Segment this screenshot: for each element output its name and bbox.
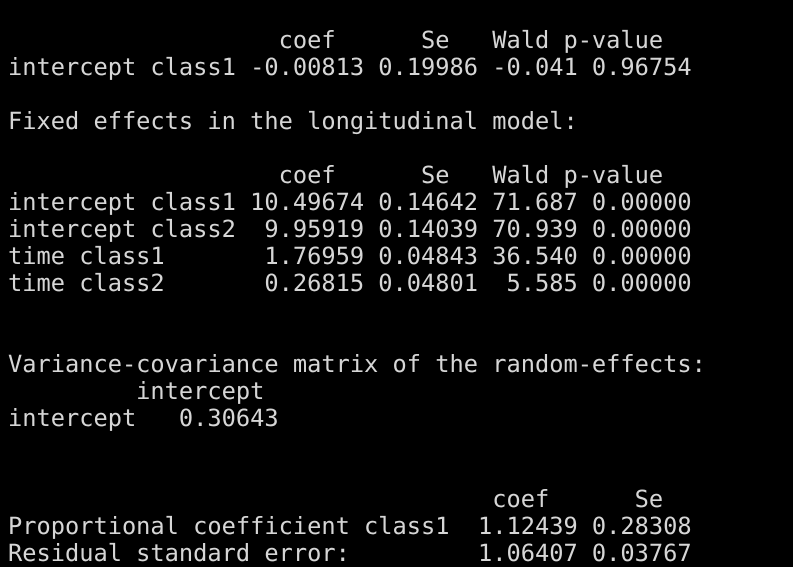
- output-line-blank: [8, 135, 793, 162]
- output-line-blank: [8, 432, 793, 459]
- terminal-output-pane[interactable]: coef Se Wald p-value intercept class1 -0…: [0, 0, 793, 567]
- output-line-blank: [8, 324, 793, 351]
- output-line: Residual standard error: 1.06407 0.03767: [8, 539, 692, 567]
- output-line: coef Se Wald p-value: [8, 26, 664, 54]
- output-line: coef Se: [8, 485, 664, 513]
- output-line: coef Se Wald p-value: [8, 161, 664, 189]
- output-line-blank: [8, 81, 793, 108]
- output-line: intercept: [8, 377, 265, 405]
- output-line: Variance-covariance matrix of the random…: [8, 350, 706, 378]
- output-line: intercept class1 10.49674 0.14642 71.687…: [8, 188, 692, 216]
- output-line: Proportional coefficient class1 1.12439 …: [8, 512, 692, 540]
- output-line: intercept 0.30643: [8, 404, 279, 432]
- output-line-blank: [8, 459, 793, 486]
- output-line: time class2 0.26815 0.04801 5.585 0.0000…: [8, 269, 692, 297]
- output-line: Fixed effects in the longitudinal model:: [8, 107, 578, 135]
- output-line-blank: [8, 297, 793, 324]
- output-line: intercept class2 9.95919 0.14039 70.939 …: [8, 215, 692, 243]
- output-line: intercept class1 -0.00813 0.19986 -0.041…: [8, 53, 692, 81]
- output-line: time class1 1.76959 0.04843 36.540 0.000…: [8, 242, 692, 270]
